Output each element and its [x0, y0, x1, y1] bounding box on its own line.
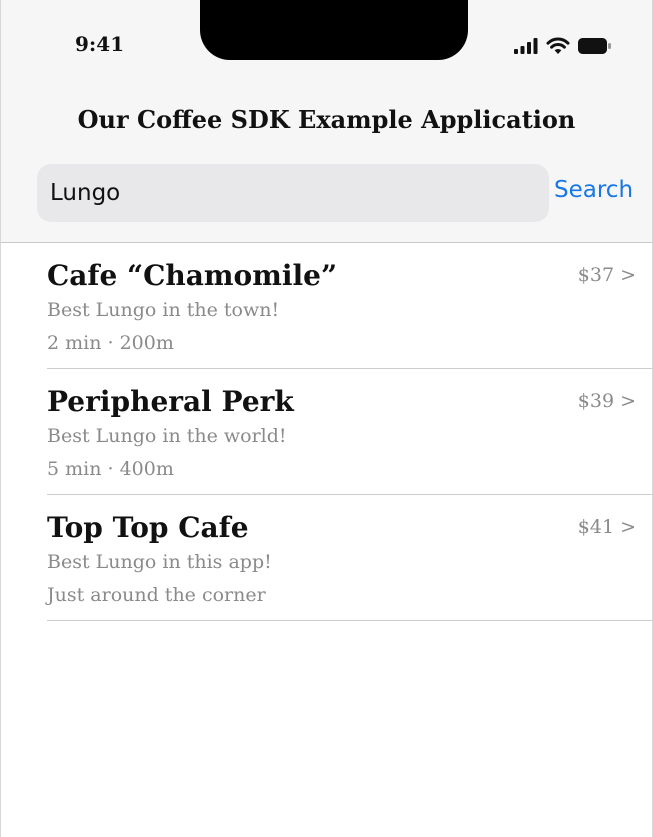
page-title: Our Coffee SDK Example Application [77, 105, 576, 134]
battery-icon [578, 38, 612, 54]
device-notch [200, 0, 468, 60]
results-list: Cafe “Chamomile” Best Lungo in the town!… [1, 243, 652, 621]
search-input[interactable] [50, 180, 549, 206]
result-row-3[interactable]: Top Top Cafe Best Lungo in this app! Jus… [47, 495, 652, 621]
cafe-distance: 2 min · 200m [47, 332, 174, 354]
cafe-distance: Just around the corner [47, 584, 266, 606]
cafe-description: Best Lungo in this app! [47, 551, 272, 573]
status-icons [514, 35, 612, 57]
result-row-2[interactable]: Peripheral Perk Best Lungo in the world!… [47, 369, 652, 495]
cafe-name: Peripheral Perk [47, 385, 294, 418]
cellular-signal-icon [514, 38, 538, 54]
cafe-description: Best Lungo in the town! [47, 299, 280, 321]
cafe-price: $37 > [577, 264, 636, 286]
search-field[interactable] [37, 164, 549, 222]
top-bar: 9:41 Our Coffee SDK Example Application … [1, 0, 652, 243]
cafe-name: Top Top Cafe [47, 511, 249, 544]
cafe-distance: 5 min · 400m [47, 458, 174, 480]
result-row-1[interactable]: Cafe “Chamomile” Best Lungo in the town!… [47, 243, 652, 369]
cafe-price: $39 > [577, 390, 636, 412]
cafe-name: Cafe “Chamomile” [47, 259, 338, 292]
cafe-price: $41 > [577, 516, 636, 538]
search-button[interactable]: Search [554, 177, 633, 205]
app-screen: 9:41 Our Coffee SDK Example Application … [0, 0, 653, 837]
status-time: 9:41 [75, 32, 125, 56]
cafe-description: Best Lungo in the world! [47, 425, 287, 447]
wifi-icon [546, 37, 570, 55]
